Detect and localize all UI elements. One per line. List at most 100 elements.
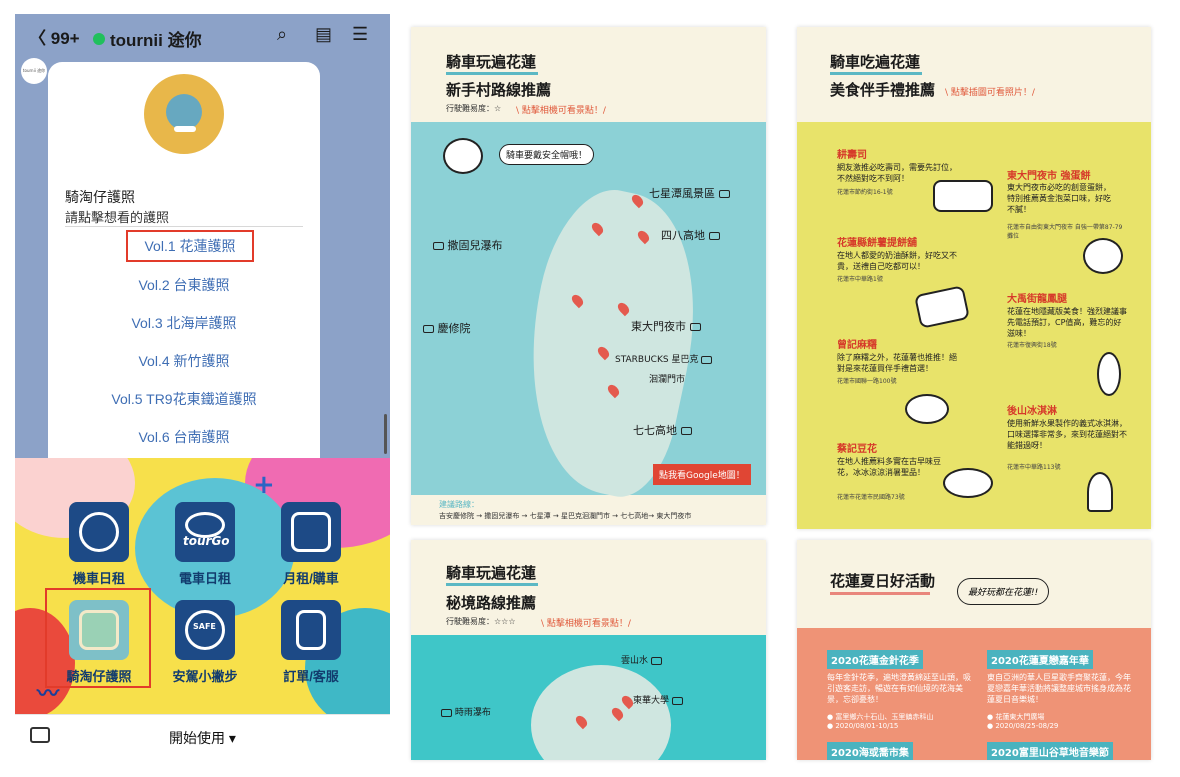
camera-icon[interactable]	[650, 656, 662, 665]
ev-rental-button[interactable]: tourGo	[175, 502, 235, 562]
camera-icon[interactable]	[708, 232, 720, 240]
event-name: 2020富里山谷草地音樂節	[987, 742, 1113, 760]
order-service-button[interactable]	[281, 600, 341, 660]
camera-icon[interactable]	[701, 355, 713, 364]
mochi-illustration[interactable]	[905, 394, 949, 424]
camera-icon[interactable]	[680, 427, 692, 435]
card-subtitle: 新手村路線推薦	[446, 82, 552, 99]
map-label[interactable]: 東大門夜市	[631, 318, 701, 334]
menu-icon[interactable]: ☰	[352, 24, 368, 45]
camera-icon[interactable]	[671, 696, 683, 705]
safe-brand: SAFE	[193, 622, 216, 631]
safety-tips-button[interactable]: SAFE	[175, 600, 235, 660]
map-label[interactable]: 七星潭風景區	[649, 185, 730, 201]
passport-link-5[interactable]: Vol.5 TR9花東鐵道護照	[48, 389, 320, 409]
slogan-bubble: 最好玩都在花蓮!!	[957, 578, 1050, 605]
passport-link-3[interactable]: Vol.3 北海岸護照	[48, 313, 320, 333]
food-name: 耕壽司	[837, 150, 867, 161]
event-date: ● 2020/08/25-08/29	[987, 722, 1059, 730]
event-place-text: 花蓮東大門廣場	[995, 713, 1045, 721]
back-button[interactable]: 〈 99+	[29, 24, 80, 49]
food-name: 後山冰淇淋	[1007, 406, 1057, 417]
card-subtitle: 美食伴手禮推薦	[830, 82, 936, 99]
map-label[interactable]: 七七高地	[633, 422, 692, 438]
route-card-beginner: 騎車玩遍花蓮 新手村路線推薦 行駛難易度：☆ \ 點擊相機可看景點！/ 騎車要戴…	[411, 27, 766, 525]
brand-logo	[144, 74, 224, 154]
event-name: 2020花蓮金針花季	[827, 650, 923, 669]
avatar-text: tournii 途你	[22, 68, 46, 73]
food-name: 花蓮縣餅薯提餅舖	[837, 238, 917, 249]
speech-bubble: 騎車要戴安全帽哦！	[499, 144, 595, 165]
food-card: 騎車吃遍花蓮 美食伴手禮推薦 \ 點擊插圖可看照片！/ 耕壽司 網友激推必吃壽司…	[797, 27, 1151, 529]
event-name: 2020海或喬市集	[827, 742, 913, 760]
avatar[interactable]: tournii 途你	[21, 58, 47, 84]
pastry-illustration[interactable]	[914, 285, 970, 329]
map-label[interactable]: 撒固兒瀑布	[433, 237, 503, 253]
selection-highlight	[45, 588, 151, 688]
map-label[interactable]: 東華大學	[633, 693, 683, 706]
photo-hint: \ 點擊插圖可看照片！/	[945, 88, 1035, 98]
search-icon[interactable]: ⌕	[277, 24, 287, 45]
map-label-text: 七星潭風景區	[649, 187, 715, 200]
chat-title: tournii 途你	[93, 26, 202, 51]
camera-hint: \ 點擊相機可看景點！/	[516, 106, 606, 116]
event-desc: 東自亞洲的華人巨星歌手齊聚花蓮，今年夏戀嘉年華活動將讓整座城市搖身成為花蓮夏日音…	[987, 673, 1131, 704]
event-name: 2020花蓮夏戀嘉年華	[987, 650, 1093, 669]
event-place: ● 富里鄉六十石山、玉里鎮赤科山	[827, 713, 934, 721]
phone-icon	[296, 610, 326, 650]
sushi-illustration[interactable]	[933, 180, 993, 212]
wave-icon: 〰	[37, 682, 60, 707]
monthly-rent-button[interactable]	[281, 502, 341, 562]
events-list: 2020花蓮金針花季 每年金針花季，遍地澄黃綿延至山頭，吸引遊客走訪，暢遊在有如…	[797, 628, 1151, 760]
screenshot-collage: 〈 99+ tournii 途你 ⌕ ▤ ☰ tournii 途你 騎淘仔護照 …	[0, 0, 1180, 777]
scrollbar[interactable]	[384, 414, 387, 454]
event-place-text: 富里鄉六十石山、玉里鎮赤科山	[835, 713, 934, 721]
map-label[interactable]: 四八高地	[661, 227, 720, 243]
map-label-text: 洄瀾門市	[649, 375, 686, 385]
douhua-illustration[interactable]	[943, 468, 993, 498]
map-label[interactable]: 雲山水	[621, 653, 662, 666]
map-label[interactable]: STARBUCKS 星巴克	[615, 352, 713, 365]
rider-icon	[291, 512, 331, 552]
difficulty-rating: 行駛難易度：☆☆☆	[446, 617, 516, 626]
camera-icon[interactable]	[689, 323, 701, 331]
map-label-text: 七七高地	[633, 424, 677, 437]
map-label[interactable]: 慶修院	[423, 320, 471, 336]
food-address: 花蓮市花蓮市民國路73號	[837, 494, 905, 501]
google-map-button[interactable]: 點我看Google地圖！	[653, 464, 751, 485]
food-address: 花蓮市中華路113號	[1007, 464, 1061, 471]
order-service-label: 訂單/客服	[283, 669, 339, 684]
app-name: tournii 途你	[110, 31, 202, 50]
food-desc: 在地人推薦料多實在古早味豆花，冰冰涼涼消暑聖品！	[837, 457, 941, 477]
ice-cream-illustration[interactable]	[1087, 472, 1113, 512]
route-label: 建議路線：	[439, 500, 479, 509]
camera-icon[interactable]	[441, 708, 452, 717]
verified-icon	[93, 32, 105, 45]
food-list: 耕壽司 網友激推必吃壽司，需要先訂位，不然絕對吃不到阿！ 花蓮市節約街16-1號…	[797, 122, 1151, 529]
map-label[interactable]: 時雨瀑布	[441, 705, 491, 718]
food-desc: 在地人都愛的奶油酥餅，好吃又不貴，送禮自己吃都可以！	[837, 251, 957, 271]
monthly-rent-label: 月租/購車	[283, 571, 339, 586]
map-label-text: 慶修院	[437, 322, 471, 335]
passport-link-2[interactable]: Vol.2 台東護照	[48, 275, 320, 295]
passport-link-4[interactable]: Vol.4 新竹護照	[48, 351, 320, 371]
food-address: 花蓮市自由街東大門夜市 自強一帶第87-79攤位	[1007, 224, 1123, 240]
scooter-rental-button[interactable]	[69, 502, 129, 562]
start-menu-toggle[interactable]: 開始使用 ▾	[15, 728, 390, 748]
card-title: 花蓮夏日好活動	[830, 573, 936, 590]
passport-link-6[interactable]: Vol.6 台南護照	[48, 427, 320, 447]
egg-pancake-illustration[interactable]	[1083, 238, 1123, 274]
scooter-rental-label: 機車日租	[72, 571, 125, 586]
map-label-text: STARBUCKS 星巴克	[615, 355, 699, 365]
food-desc: 使用新鮮水果製作的義式冰淇淋，口味選擇非常多，來到花蓮絕對不能錯過呀！	[1007, 419, 1127, 450]
passport-link-1[interactable]: Vol.1 花蓮護照	[126, 230, 254, 262]
bubble-subtitle: 請點擊想看的護照	[65, 210, 170, 225]
notes-icon[interactable]: ▤	[315, 24, 332, 45]
back-count: 99+	[50, 29, 80, 48]
sweet-potato-illustration[interactable]	[1097, 352, 1121, 396]
camera-icon[interactable]	[433, 242, 444, 250]
route-card-secret: 騎車玩遍花蓮 秘境路線推薦 行駛難易度：☆☆☆ \ 點擊相機可看景點！/ 雲山水…	[411, 540, 766, 760]
map-label-text: 四八高地	[661, 229, 705, 242]
camera-icon[interactable]	[423, 325, 434, 333]
camera-icon[interactable]	[718, 190, 730, 198]
